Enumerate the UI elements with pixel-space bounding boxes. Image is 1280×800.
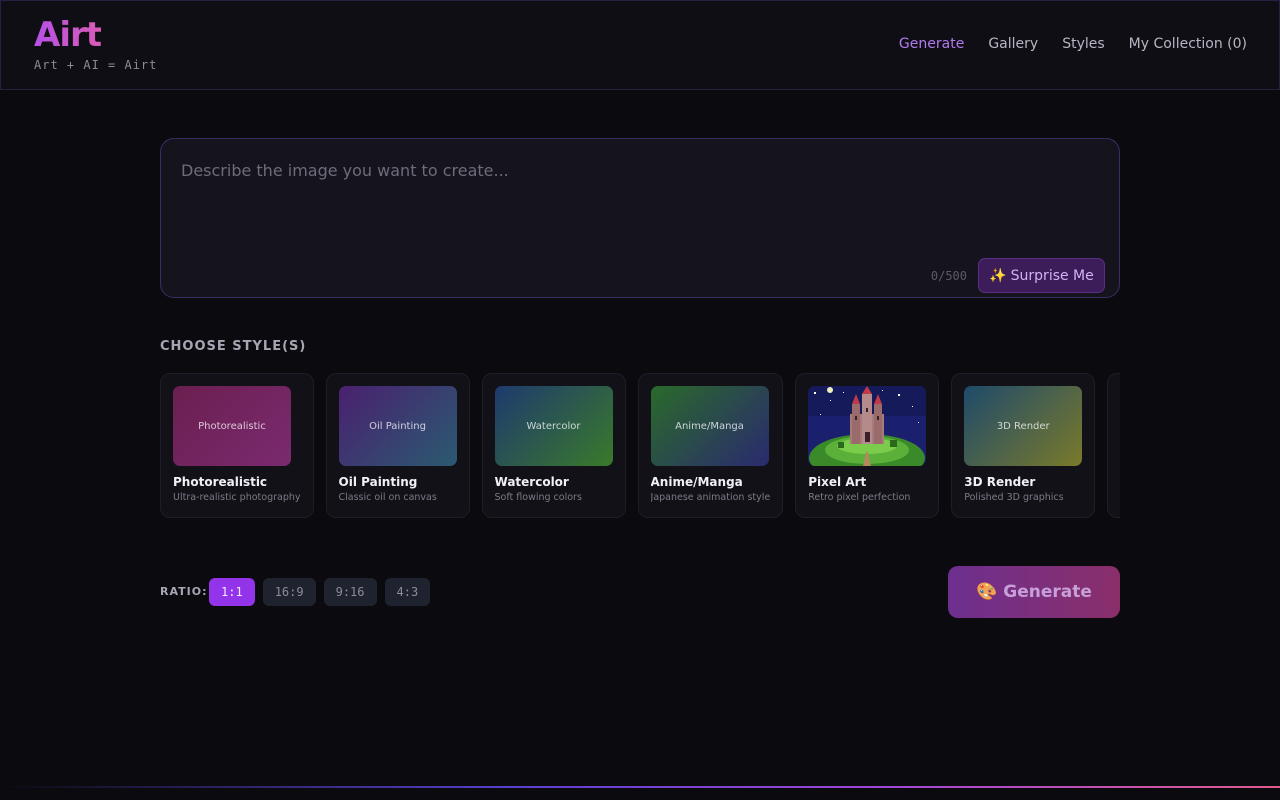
app-header: Airt Art + AI = Airt Generate Gallery St… bbox=[0, 0, 1280, 90]
style-card-watercolor[interactable]: Watercolor Watercolor Soft flowing colors bbox=[481, 373, 626, 518]
generate-button[interactable]: 🎨 Generate bbox=[948, 566, 1120, 618]
surprise-me-button[interactable]: ✨ Surprise Me bbox=[978, 258, 1105, 293]
nav-generate[interactable]: Generate bbox=[899, 36, 964, 52]
char-counter: 0/500 bbox=[930, 269, 967, 283]
app-tagline: Art + AI = Airt bbox=[34, 58, 158, 72]
style-card-oil-painting[interactable]: Oil Painting Oil Painting Classic oil on c… bbox=[325, 373, 470, 518]
style-thumbnail: 3D Render bbox=[964, 386, 1083, 466]
ratio-option-4-3[interactable]: 4:3 bbox=[384, 578, 431, 606]
ratio-selector: 1:1 16:9 9:16 4:3 bbox=[209, 578, 431, 606]
style-card-cyberpunk[interactable]: CyberpunkCyberpunkNeon-lit future bbox=[1107, 373, 1120, 518]
style-card-title: Oil Painting bbox=[338, 475, 418, 489]
styles-row: Photorealistic Photorealistic Ultra-realis… bbox=[160, 373, 1120, 518]
style-card-description: Retro pixel perfection bbox=[808, 492, 911, 503]
style-thumbnail: Anime/Manga bbox=[650, 386, 769, 466]
prompt-input[interactable] bbox=[181, 161, 1101, 251]
style-card-description: Classic oil on canvas bbox=[338, 492, 437, 503]
palette-icon: 🎨 bbox=[976, 582, 998, 602]
style-thumbnail-label: Watercolor bbox=[526, 420, 581, 432]
styles-section-label: CHOOSE STYLE(S) bbox=[160, 339, 307, 354]
nav-styles[interactable]: Styles bbox=[1062, 36, 1104, 52]
style-thumbnail-label: 3D Render bbox=[996, 420, 1050, 432]
main-nav: Generate Gallery Styles My Collection (0… bbox=[899, 36, 1247, 52]
ratio-label: RATIO: bbox=[160, 585, 208, 598]
pixel-castle-image bbox=[808, 386, 927, 466]
style-card-3d-render[interactable]: 3D Render 3D Render Polished 3D graphics bbox=[951, 373, 1096, 518]
generate-label: Generate bbox=[1003, 582, 1092, 602]
surprise-me-label: Surprise Me bbox=[1010, 267, 1094, 284]
style-thumbnail-label: Anime/Manga bbox=[675, 420, 744, 432]
style-card-description: Polished 3D graphics bbox=[964, 492, 1064, 503]
style-card-photorealistic[interactable]: Photorealistic Photorealistic Ultra-realis… bbox=[160, 373, 314, 518]
style-card-description: Soft flowing colors bbox=[494, 492, 582, 503]
style-card-description: Japanese animation style bbox=[650, 492, 771, 503]
style-thumbnail: Oil Painting bbox=[338, 386, 457, 466]
style-card-anime-manga[interactable]: Anime/Manga Anime/Manga Japanese animation… bbox=[637, 373, 784, 518]
style-card-pixel-art[interactable]: Pixel Art Retro pixel perfection bbox=[795, 373, 940, 518]
ratio-option-9-16[interactable]: 9:16 bbox=[323, 578, 377, 606]
style-card-title: 3D Render bbox=[964, 475, 1036, 489]
style-thumbnail-label: Photorealistic bbox=[198, 420, 266, 432]
sparkles-icon: ✨ bbox=[989, 267, 1007, 284]
style-card-title: Anime/Manga bbox=[650, 475, 743, 489]
nav-gallery[interactable]: Gallery bbox=[988, 36, 1038, 52]
styles-carousel[interactable]: Photorealistic Photorealistic Ultra-realis… bbox=[160, 373, 1120, 519]
ratio-option-1-1[interactable]: 1:1 bbox=[209, 578, 255, 606]
style-card-description: Ultra-realistic photography bbox=[173, 492, 301, 503]
prompt-box: 0/500 ✨ Surprise Me bbox=[160, 138, 1120, 298]
style-thumbnail-label: Oil Painting bbox=[369, 420, 426, 432]
style-thumbnail: Watercolor bbox=[494, 386, 613, 466]
ratio-option-16-9[interactable]: 16:9 bbox=[262, 578, 316, 606]
style-card-title: Watercolor bbox=[494, 475, 569, 489]
nav-my-collection[interactable]: My Collection (0) bbox=[1129, 36, 1247, 52]
bottom-accent-line bbox=[0, 786, 1280, 788]
app-logo[interactable]: Airt bbox=[34, 15, 102, 55]
style-thumbnail bbox=[808, 386, 927, 466]
style-card-title: Pixel Art bbox=[808, 475, 867, 489]
style-thumbnail: Photorealistic bbox=[173, 386, 291, 466]
style-card-title: Photorealistic bbox=[173, 475, 268, 489]
